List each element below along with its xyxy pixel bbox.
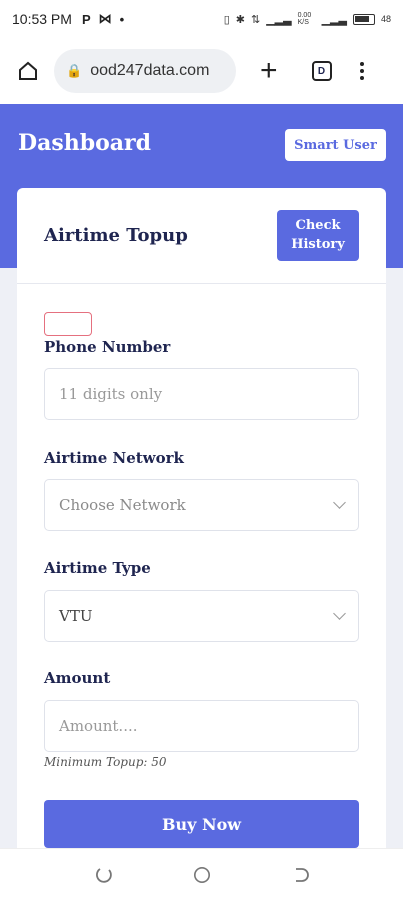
chevron-down-icon: [333, 607, 346, 620]
buy-now-button[interactable]: Buy Now: [44, 800, 359, 848]
address-bar[interactable]: 🔒 ood247data.com: [54, 49, 236, 93]
type-label: Airtime Type: [44, 559, 151, 577]
dot-icon: •: [119, 11, 125, 27]
bluetooth-icon: ✱: [235, 13, 245, 26]
status-right: ▯ ✱ ⇅ ▁▂▃ 0.00 K/S ▁▂▃ 48: [224, 12, 391, 26]
phone-placeholder: 11 digits only: [59, 385, 163, 403]
back-icon[interactable]: [291, 866, 309, 884]
amount-hint: Minimum Topup: 50: [44, 755, 167, 769]
new-tab-icon[interactable]: +: [260, 56, 278, 86]
home-icon[interactable]: [14, 57, 42, 85]
check-history-button[interactable]: Check History: [277, 210, 359, 261]
mail-icon: ⋈: [98, 11, 112, 26]
amount-placeholder: Amount....: [59, 717, 138, 735]
system-nav-bar: [0, 848, 403, 900]
lock-icon: 🔒: [66, 63, 83, 78]
tab-switcher-button[interactable]: D: [311, 61, 332, 81]
network-value: Choose Network: [59, 496, 186, 514]
signal-icon: ▁▂▃: [266, 13, 292, 26]
card-title: Airtime Topup: [44, 225, 188, 246]
home-nav-icon[interactable]: [193, 866, 211, 884]
battery-icon: [352, 13, 375, 25]
network-label: Airtime Network: [44, 449, 184, 467]
airtime-card: Airtime Topup Check History Phone Number…: [17, 188, 386, 888]
more-menu-icon[interactable]: [359, 62, 364, 80]
browser-toolbar: 🔒 ood247data.com + D: [0, 38, 403, 104]
amount-input[interactable]: Amount....: [44, 700, 359, 752]
empty-alert-box: [44, 312, 92, 336]
status-bar: 10:53 PM P ⋈ • ▯ ✱ ⇅ ▁▂▃ 0.00 K/S ▁▂▃ 48: [0, 0, 403, 38]
card-header: Airtime Topup Check History: [17, 188, 386, 284]
speed-text: 0.00 K/S: [297, 12, 312, 26]
url-text: ood247data.com: [90, 62, 210, 79]
p-icon: P: [81, 11, 91, 27]
amount-label: Amount: [44, 669, 111, 687]
vibrate-icon: ▯: [223, 13, 230, 26]
recents-icon[interactable]: [95, 866, 113, 884]
page-title: Dashboard: [18, 130, 151, 156]
battery-label: 48: [380, 14, 391, 24]
data-icon: ⇅: [250, 13, 261, 26]
network-select[interactable]: Choose Network: [44, 479, 359, 531]
phone-label: Phone Number: [44, 338, 171, 356]
type-value: VTU: [59, 607, 93, 625]
type-select[interactable]: VTU: [44, 590, 359, 642]
chevron-down-icon: [333, 496, 346, 509]
status-time: 10:53 PM: [12, 11, 72, 27]
signal-icon: ▁▂▃: [321, 13, 347, 26]
smart-user-button[interactable]: Smart User: [285, 129, 386, 161]
phone-input[interactable]: 11 digits only: [44, 368, 359, 420]
